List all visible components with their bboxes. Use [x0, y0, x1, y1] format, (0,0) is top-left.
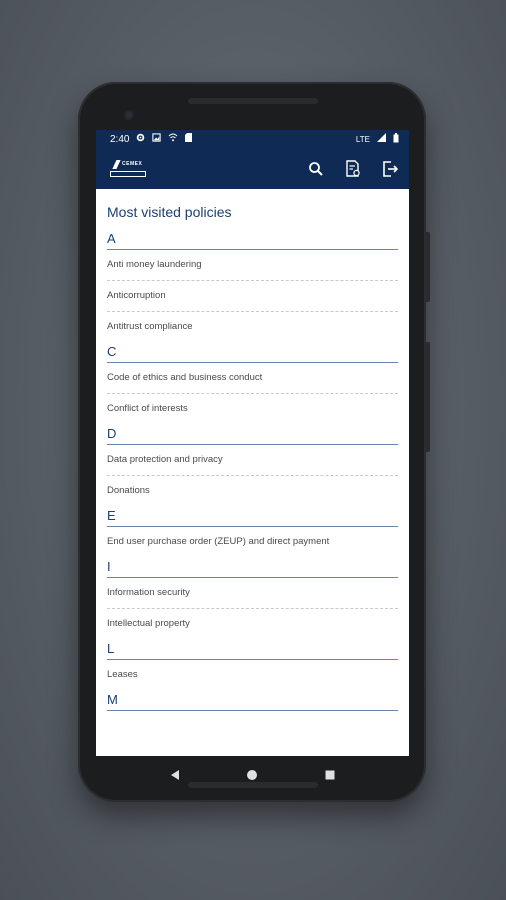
android-nav-bar	[96, 756, 409, 794]
policy-item[interactable]: Conflict of interests	[107, 394, 398, 424]
letter-header: E	[107, 508, 398, 527]
letter-header: A	[107, 231, 398, 250]
status-bar: 2:40 LTE	[96, 130, 409, 148]
policies-list: Most visited policies A Anti money launde…	[96, 189, 409, 711]
letter-header: I	[107, 559, 398, 578]
company-logo: CEMEX	[108, 158, 148, 180]
home-circle-icon	[247, 770, 258, 780]
phone-frame: 2:40 LTE CEMEX Most visited policies A A…	[78, 82, 430, 802]
recents-square-icon	[325, 770, 335, 780]
policy-item[interactable]: End user purchase order (ZEUP) and direc…	[107, 527, 398, 557]
front-camera	[124, 110, 134, 120]
recents-button[interactable]	[318, 763, 342, 787]
logo-box	[110, 170, 146, 177]
wifi-icon	[168, 133, 178, 145]
document-icon	[346, 159, 360, 177]
logout-button[interactable]	[379, 158, 401, 180]
policy-groups: A Anti money laundering Anticorruption Anti…	[107, 231, 398, 711]
power-button	[426, 232, 430, 302]
settings-icon	[136, 133, 145, 145]
policy-item[interactable]: Antitrust compliance	[107, 312, 398, 342]
section-title: Most visited policies	[107, 204, 232, 220]
policy-item[interactable]: Leases	[107, 660, 398, 690]
screen: 2:40 LTE CEMEX Most visited policies A A…	[96, 130, 409, 756]
letter-header: M	[107, 692, 398, 711]
top-speaker	[188, 98, 318, 104]
back-button[interactable]	[163, 763, 187, 787]
sim-icon	[185, 133, 193, 145]
logout-icon	[383, 160, 398, 177]
search-icon	[309, 161, 323, 176]
policy-item[interactable]: Code of ethics and business conduct	[107, 363, 398, 394]
network-type: LTE	[355, 134, 370, 144]
letter-header: D	[107, 426, 398, 445]
policy-item[interactable]: Anti money laundering	[107, 250, 398, 281]
letter-header: L	[107, 641, 398, 660]
bottom-speaker	[188, 782, 318, 788]
photo-icon	[152, 133, 162, 145]
policy-item[interactable]: Information security	[107, 578, 398, 609]
status-time: 2:40	[110, 133, 130, 145]
letter-header: C	[107, 344, 398, 363]
signal-icon	[377, 133, 386, 145]
volume-button	[426, 342, 430, 452]
policy-item[interactable]: Intellectual property	[107, 609, 398, 639]
battery-icon	[393, 132, 399, 146]
back-triangle-icon	[170, 770, 179, 780]
app-bar: CEMEX	[96, 148, 409, 189]
policy-item[interactable]: Donations	[107, 476, 398, 506]
policy-item[interactable]: Data protection and privacy	[107, 445, 398, 476]
logo-word: CEMEX	[122, 160, 143, 167]
policy-document-button[interactable]	[342, 158, 364, 180]
policy-item[interactable]: Anticorruption	[107, 281, 398, 312]
search-button[interactable]	[305, 158, 327, 180]
